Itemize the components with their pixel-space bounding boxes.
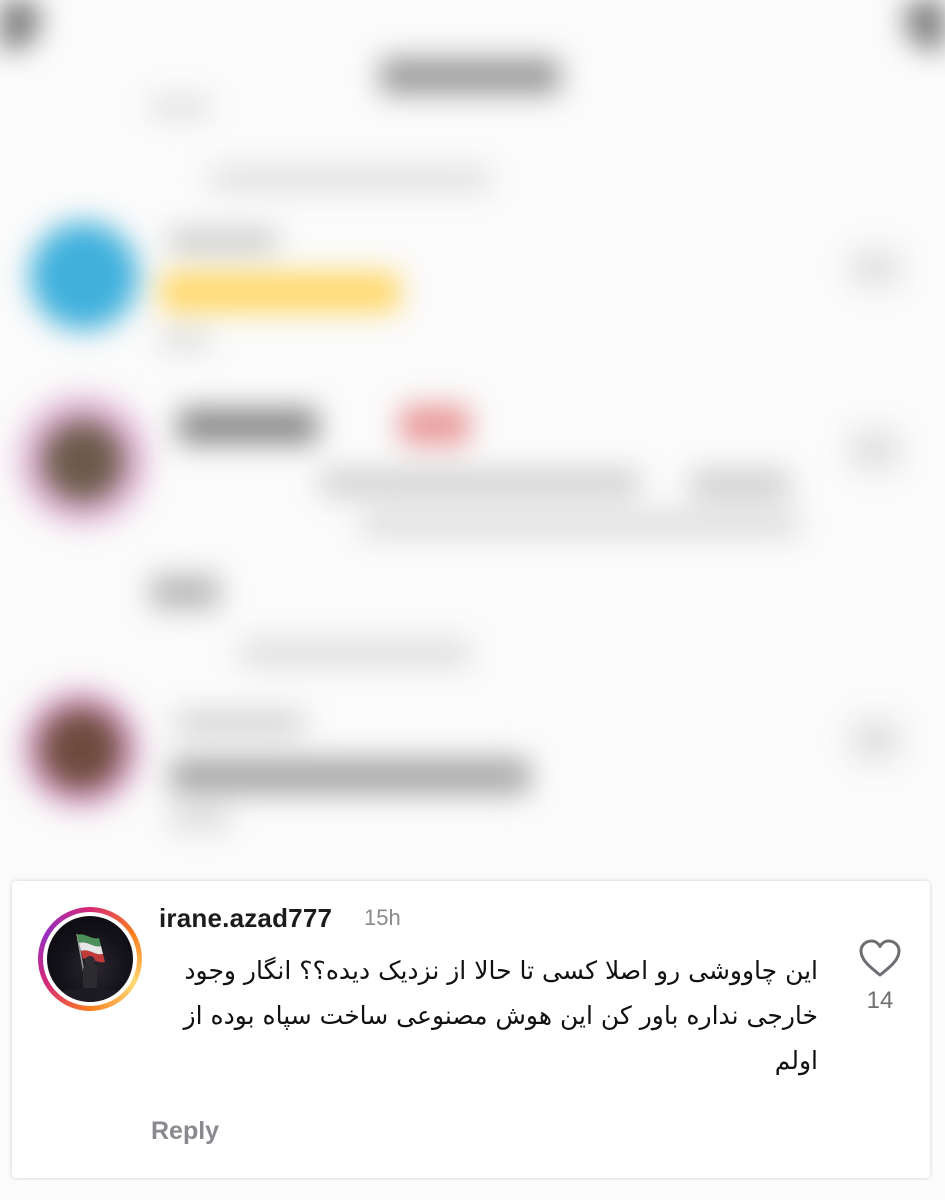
blurred-like [850,250,900,286]
blurred-text [168,230,278,252]
comment-timestamp: 15h [364,905,401,930]
avatar-border [43,912,137,1006]
like-count: 14 [866,987,894,1014]
blurred-text [178,408,318,444]
blurred-avatar [42,420,124,502]
blurred-text [240,640,470,666]
flag-avatar-icon [47,916,133,1002]
blurred-emoji [400,405,470,445]
blurred-text [175,712,305,734]
username[interactable]: irane.azad777 [159,903,332,934]
blurred-like [850,430,900,470]
blurred-text [150,98,210,116]
comment-text: این چاووشی رو اصلا کسی تا حالا از نزدیک … [183,956,819,1075]
blurred-like [850,720,900,760]
blurred-text [320,470,640,496]
blurred-header [380,58,560,94]
blurred-text [170,808,230,828]
blurred-text [360,512,800,536]
blurred-text [210,168,490,190]
blurred-corner [905,0,945,50]
blurred-text [170,758,530,794]
reply-button[interactable]: Reply [151,1117,219,1146]
blurred-corner [0,0,40,50]
blurred-text [150,575,220,609]
blurred-highlight [160,272,400,312]
blurred-text [690,470,790,500]
like-button[interactable] [856,936,904,980]
comment-card: irane.azad777 15h این چاووشی رو اصلا کسی… [12,881,930,1178]
comments-screen: irane.azad777 15h این چاووشی رو اصلا کسی… [0,0,945,1200]
blurred-text [160,330,210,348]
blurred-comment-list [0,0,945,880]
story-ring[interactable] [38,907,142,1011]
blurred-avatar [40,708,122,790]
blurred-avatar [30,222,138,330]
heart-outline-icon [859,939,901,977]
